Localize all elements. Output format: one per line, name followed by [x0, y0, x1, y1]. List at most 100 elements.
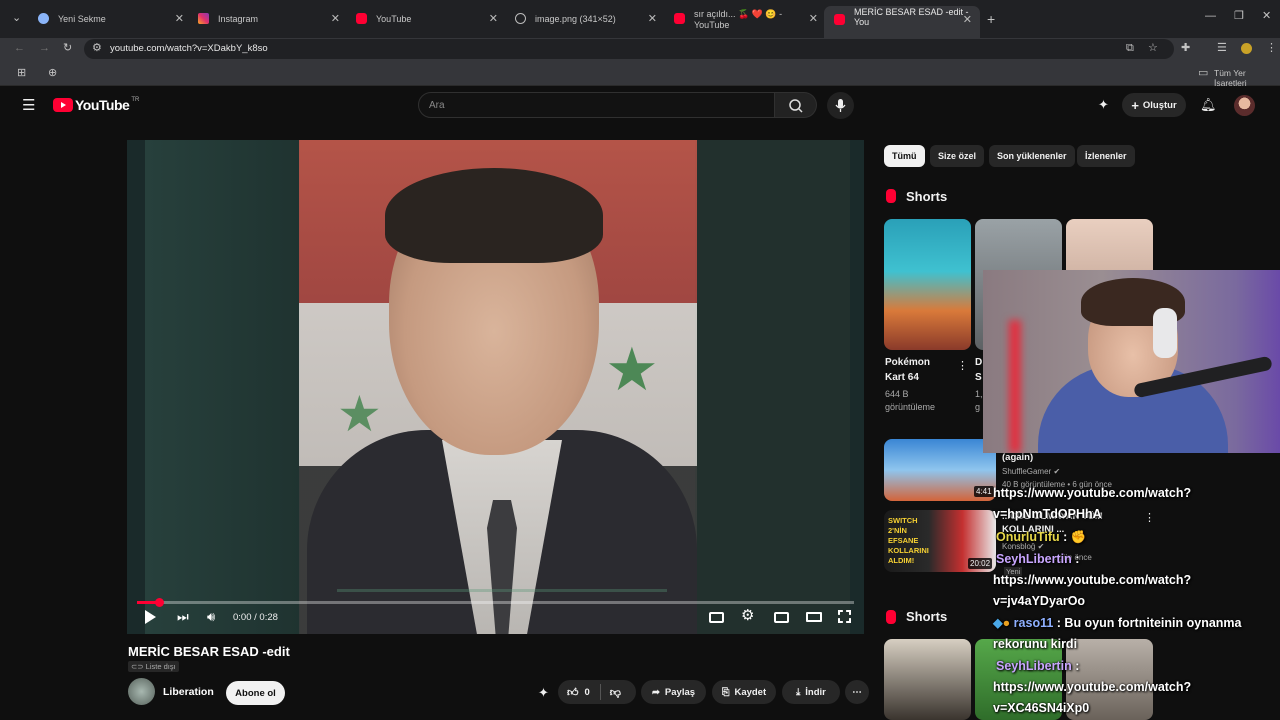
chip-for-you[interactable]: Size özel — [930, 145, 985, 167]
rec-channel[interactable]: ShuffleGamer ✔ — [1002, 467, 1060, 476]
search-button[interactable] — [775, 92, 817, 118]
reload-icon[interactable]: ↻ — [63, 43, 72, 54]
channel-name[interactable]: Liberation — [163, 686, 214, 698]
short-title[interactable]: DS — [975, 355, 982, 385]
kebab-icon[interactable]: ⋮ — [957, 361, 968, 372]
more-actions-button[interactable]: ⋯ — [845, 680, 869, 704]
youtube-logo[interactable]: YouTube TR — [53, 97, 139, 113]
close-icon[interactable]: ✕ — [489, 12, 498, 25]
thumb-text: SWITCH 2'NİN EFSANE KOLLARINI ALDIM! — [888, 516, 929, 565]
apps-icon[interactable]: ⊞ — [17, 68, 26, 79]
short-thumbnail[interactable] — [884, 639, 971, 720]
chat-line: https://www.youtube.com/watch? — [993, 573, 1192, 587]
shorts-heading: Shorts — [906, 609, 948, 624]
new-tab-icon[interactable]: + — [987, 12, 995, 26]
chip-recent[interactable]: Son yüklenenler — [989, 145, 1075, 167]
tab-title: image.png (341×52) — [535, 14, 616, 24]
star-right: ★ — [605, 336, 659, 403]
more-icon: ⋯ — [852, 686, 862, 698]
close-icon[interactable]: ✕ — [175, 12, 184, 25]
hamburger-icon[interactable]: ☰ — [22, 98, 35, 113]
tab-youtube[interactable]: YouTube ✕ — [346, 8, 498, 30]
folder-icon[interactable]: ▭ — [1198, 68, 1208, 79]
extensions-icon[interactable]: ✚ — [1181, 43, 1190, 54]
search-placeholder: Ara — [429, 100, 445, 111]
window-close-icon[interactable]: ✕ — [1262, 11, 1271, 22]
menu-kebab-icon[interactable]: ⋮ — [1266, 43, 1277, 54]
webcam-light — [1009, 320, 1021, 453]
close-icon[interactable]: ✕ — [331, 12, 340, 25]
voice-search-button[interactable] — [827, 92, 854, 119]
search-input[interactable]: Ara — [418, 92, 775, 118]
tab-active[interactable]: MERİC BESAR ESAD -edit - You ✕ — [824, 6, 980, 38]
maximize-icon[interactable]: ❐ — [1234, 11, 1244, 22]
volume-icon[interactable]: 🔊︎ — [207, 610, 215, 624]
back-icon[interactable]: ← — [14, 43, 25, 54]
chip-watched[interactable]: İzlenenler — [1077, 145, 1135, 167]
chat-line: OnurluTifu : ✊ — [996, 530, 1087, 544]
kebab-icon[interactable]: ⋮ — [1144, 513, 1155, 524]
arabic-caption — [337, 558, 667, 592]
progress-scrubber[interactable] — [154, 598, 164, 607]
notifications-bell-icon[interactable]: 🔔︎ — [1200, 98, 1217, 111]
short-thumbnail[interactable] — [884, 219, 971, 350]
chat-username: OnurluTifu — [996, 530, 1060, 544]
like-icon[interactable]: 👍︎ — [567, 686, 579, 699]
tab-title: MERİC BESAR ESAD -edit - You — [854, 7, 969, 27]
url-text: youtube.com/watch?v=XDakbY_k8so — [110, 43, 268, 54]
next-icon[interactable]: ⏭︎ — [177, 610, 189, 624]
tab-youtube-2[interactable]: sır açıldı... 🍒 ❤️ 😊 - YouTube ✕ — [664, 8, 818, 30]
chip-all[interactable]: Tümü — [884, 145, 925, 167]
tab-title: sır açıldı... 🍒 ❤️ 😊 - YouTube — [694, 8, 783, 30]
fullscreen-icon[interactable] — [838, 610, 851, 623]
all-bookmarks-label[interactable]: Tüm Yer İşaretleri — [1214, 68, 1280, 88]
video-title: MERİC BESAR ESAD -edit — [128, 644, 290, 659]
video-player[interactable]: ★ ★ ⏭︎ 🔊︎ 0:00 / 0:28 ⚙ — [127, 140, 864, 634]
address-bar-row: ← → ↻ ⚙ youtube.com/watch?v=XDakbY_k8so … — [0, 38, 1280, 61]
duration-badge: 4:41 — [974, 486, 994, 497]
subscribe-button[interactable]: Abone ol — [226, 681, 285, 705]
profile-icon[interactable] — [1241, 43, 1252, 54]
play-icon[interactable] — [145, 610, 156, 624]
logo-text: YouTube — [75, 97, 130, 113]
settings-icon[interactable]: ⚙ — [741, 608, 754, 624]
tab-title: Instagram — [218, 14, 259, 24]
minimize-icon[interactable]: — — [1205, 11, 1216, 22]
ask-ai-icon[interactable]: ✦ — [538, 686, 549, 699]
dislike-icon[interactable]: 👎︎ — [610, 686, 621, 699]
chat-line: v=jv4aYDyarOo — [993, 594, 1086, 608]
site-info-icon[interactable]: ⚙ — [92, 43, 102, 54]
reading-list-icon[interactable]: ☰ — [1217, 43, 1227, 54]
forward-icon[interactable]: → — [39, 43, 50, 54]
avatar[interactable] — [1234, 95, 1255, 116]
tab-search-icon[interactable]: ⌄ — [12, 13, 21, 24]
theater-mode-icon[interactable] — [806, 612, 822, 622]
short-title[interactable]: Pokémon Kart 64 — [885, 355, 930, 385]
tab-instagram[interactable]: Instagram ✕ — [188, 8, 340, 30]
chat-line: SeyhLibertin : — [996, 659, 1080, 673]
close-icon[interactable]: ✕ — [963, 13, 972, 26]
portrait-hair — [385, 168, 603, 263]
short-views: 1, g — [975, 389, 983, 412]
download-button[interactable]: ⤓ İndir — [782, 680, 840, 704]
rec-title[interactable]: (again) — [1002, 452, 1033, 463]
subtitles-icon[interactable] — [709, 612, 724, 623]
youtube-icon — [674, 13, 685, 24]
tab-image[interactable]: image.png (341×52) ✕ — [505, 8, 657, 30]
create-button[interactable]: + Oluştur — [1122, 93, 1186, 117]
globe-icon[interactable]: ⊕ — [48, 68, 57, 79]
close-icon[interactable]: ✕ — [809, 12, 818, 25]
share-button[interactable]: ➦ Paylaş — [641, 680, 706, 704]
tab-new[interactable]: Yeni Sekme ✕ — [28, 8, 184, 30]
miniplayer-icon[interactable] — [774, 612, 789, 623]
cast-icon[interactable]: ✦ — [1098, 98, 1109, 111]
progress-track[interactable] — [137, 601, 854, 604]
save-button[interactable]: ⎘ Kaydet — [712, 680, 776, 704]
channel-avatar[interactable] — [128, 678, 155, 705]
duration-badge: 20:02 — [968, 558, 993, 569]
url-field[interactable]: ⚙ youtube.com/watch?v=XDakbY_k8so ⧉ ☆ — [84, 39, 1174, 59]
search-icon — [789, 99, 803, 113]
close-icon[interactable]: ✕ — [648, 12, 657, 25]
install-icon[interactable]: ⧉ — [1126, 43, 1134, 54]
bookmark-star-icon[interactable]: ☆ — [1148, 43, 1158, 54]
